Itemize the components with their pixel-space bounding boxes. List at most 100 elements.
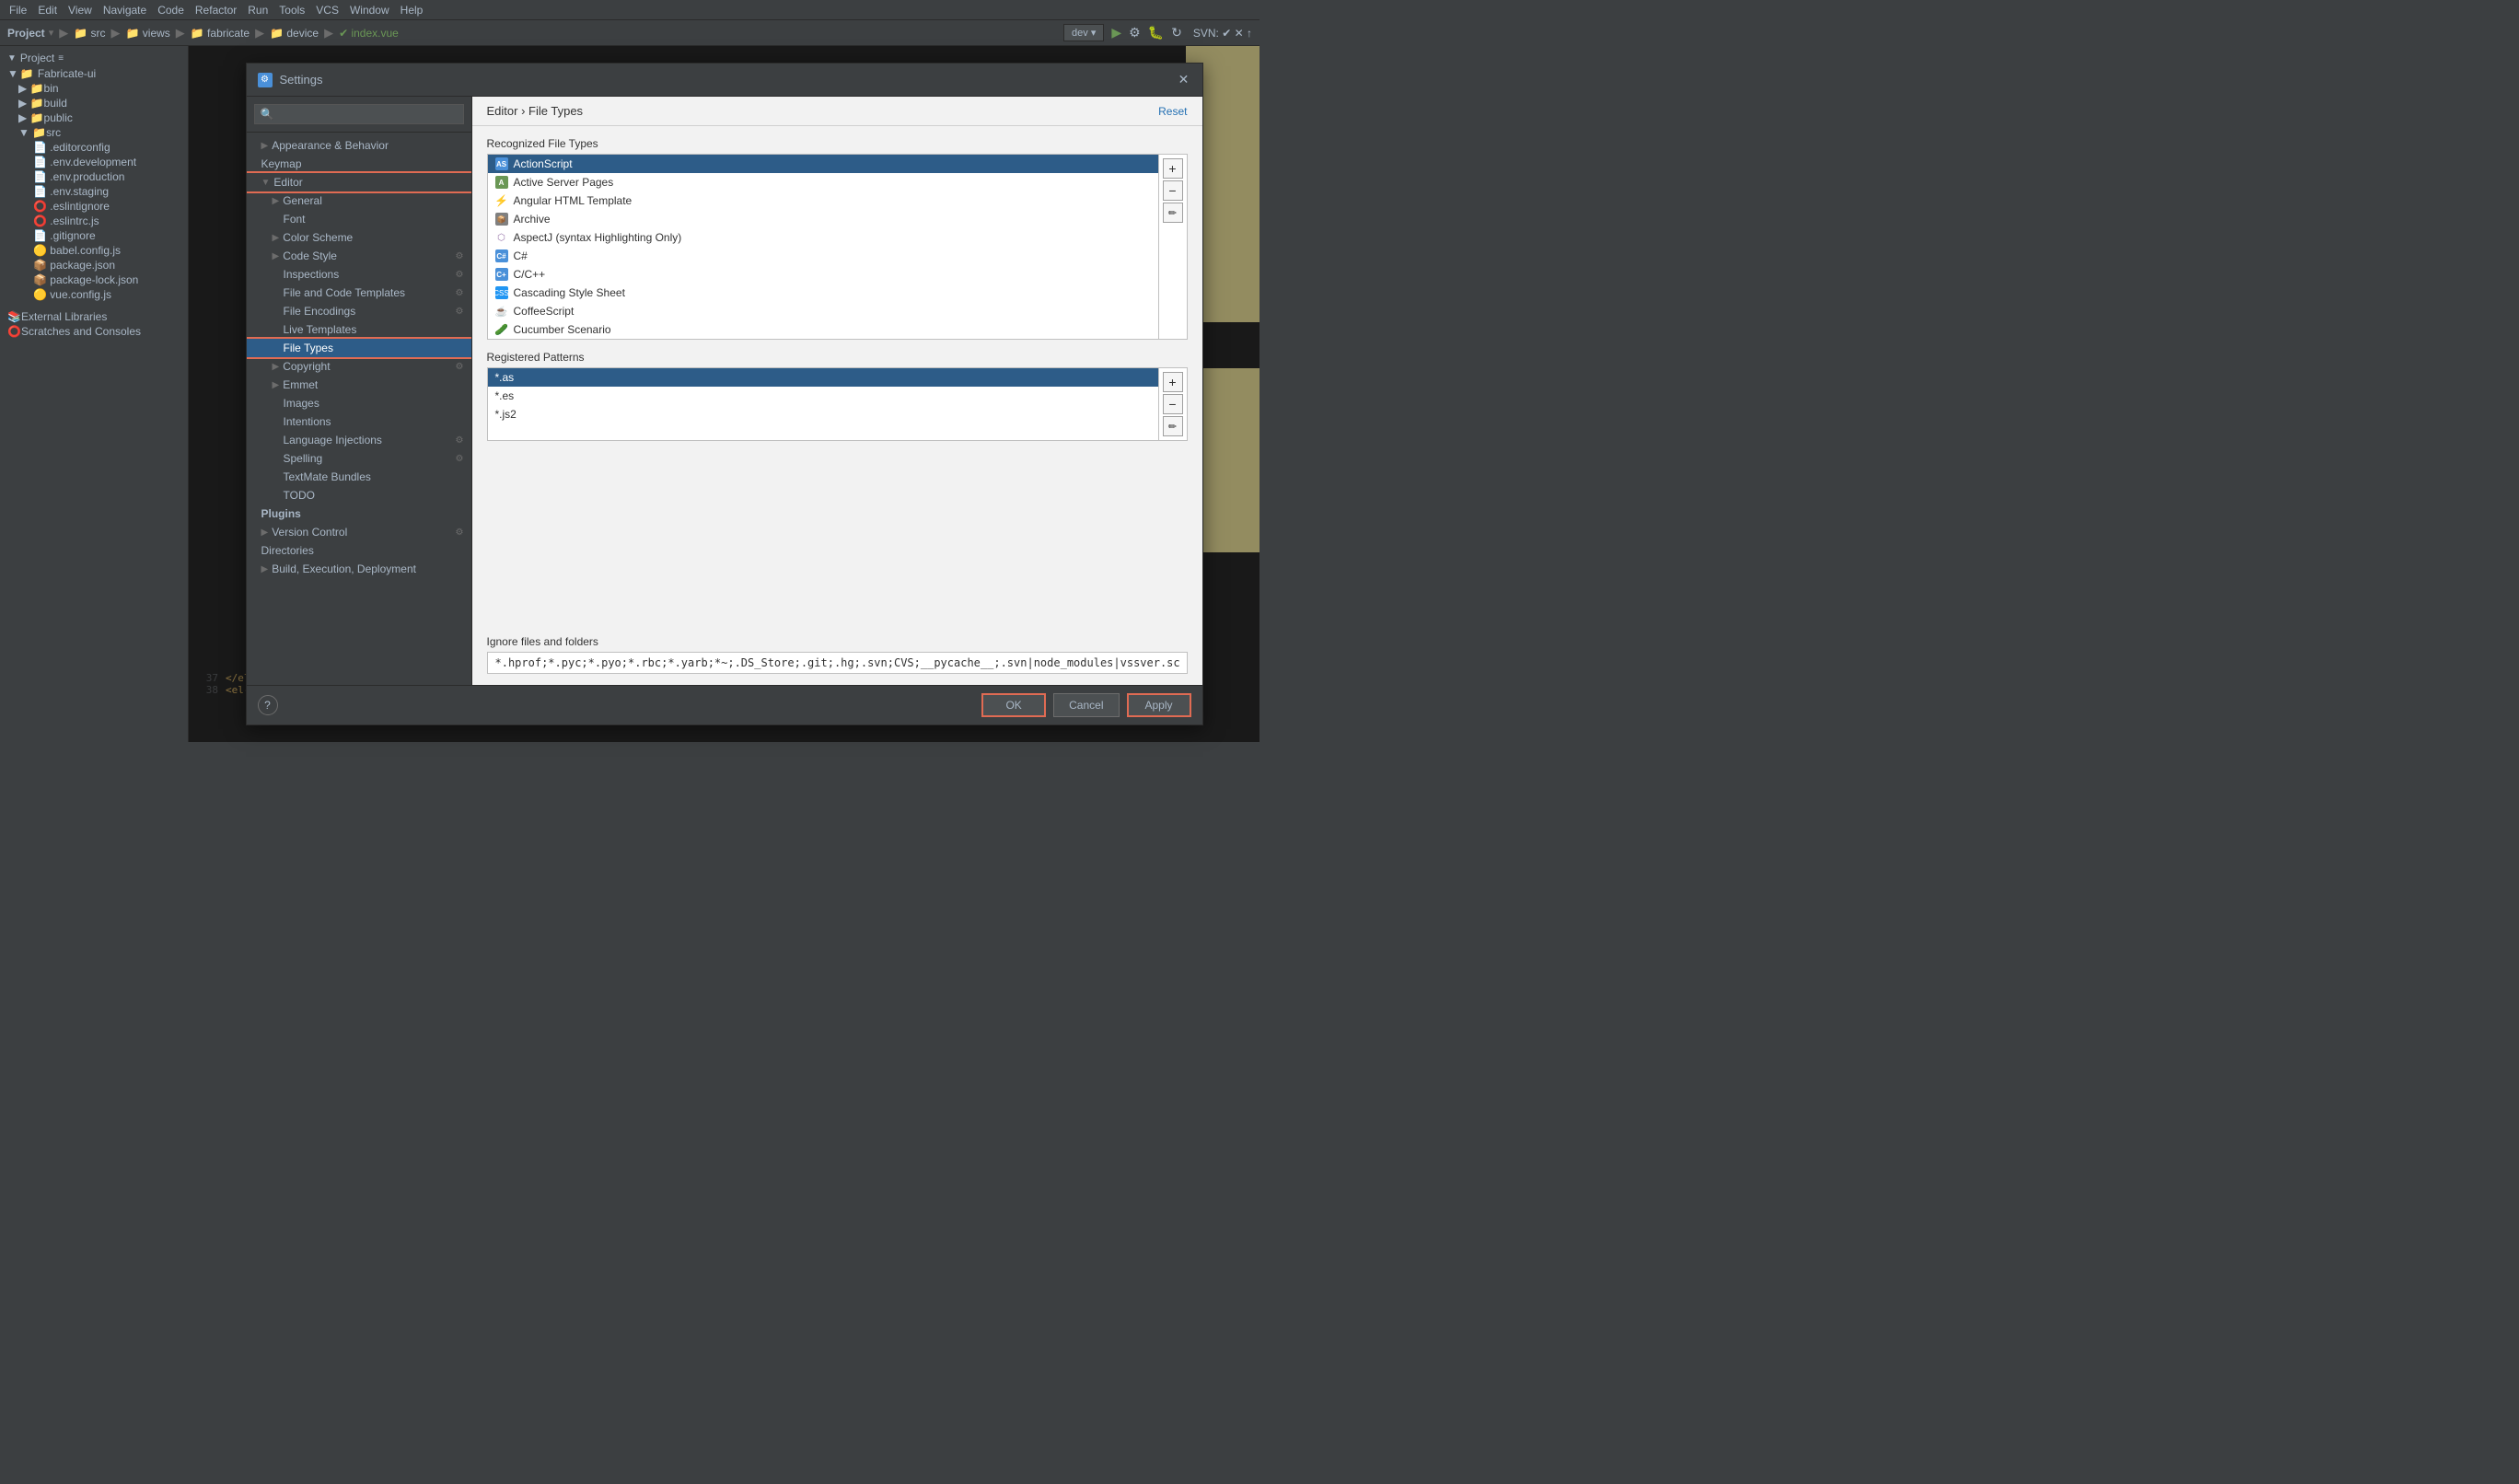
tree-editorconfig[interactable]: 📄 .editorconfig	[0, 140, 188, 155]
menu-refactor[interactable]: Refactor	[190, 4, 242, 17]
st-editor[interactable]: ▼ Editor	[247, 173, 471, 191]
tree-public[interactable]: ▶ 📁 public	[0, 110, 188, 125]
menu-tools[interactable]: Tools	[273, 4, 310, 17]
menu-window[interactable]: Window	[344, 4, 395, 17]
tree-external-libs[interactable]: 📚 External Libraries	[0, 309, 188, 324]
st-build[interactable]: ▶ Build, Execution, Deployment	[247, 560, 471, 578]
st-file-code-templates[interactable]: File and Code Templates ⚙	[247, 284, 471, 302]
toolbar-icon: ▾	[49, 27, 54, 39]
ok-button[interactable]: OK	[981, 693, 1046, 717]
tree-gitignore[interactable]: 📄 .gitignore	[0, 228, 188, 243]
reset-button[interactable]: Reset	[1158, 105, 1187, 118]
help-button[interactable]: ?	[258, 695, 278, 715]
menu-code[interactable]: Code	[152, 4, 190, 17]
ft-item-cpp[interactable]: C+ C/C++	[488, 265, 1158, 284]
tree-src[interactable]: ▼ 📁 src	[0, 125, 188, 140]
run-btn[interactable]: ▶	[1111, 25, 1121, 41]
breadcrumb-views[interactable]: 📁 views	[126, 27, 170, 40]
apply-button[interactable]: Apply	[1127, 693, 1191, 717]
st-keymap[interactable]: Keymap	[247, 155, 471, 173]
debug-btn[interactable]: 🐛	[1148, 25, 1164, 41]
add-filetype-btn[interactable]: +	[1163, 158, 1183, 179]
tree-build[interactable]: ▶ 📁 build	[0, 96, 188, 110]
remove-pattern-btn[interactable]: −	[1163, 394, 1183, 414]
st-directories[interactable]: Directories	[247, 541, 471, 560]
st-color-scheme[interactable]: ▶ Color Scheme	[247, 228, 471, 247]
menu-file[interactable]: File	[4, 4, 32, 17]
cancel-button[interactable]: Cancel	[1053, 693, 1119, 717]
st-general[interactable]: ▶ General	[247, 191, 471, 210]
pattern-js2[interactable]: *.js2	[488, 405, 1158, 423]
modal-overlay: ⚙ Settings ✕	[189, 46, 1260, 742]
ft-item-actionscript[interactable]: AS ActionScript	[488, 155, 1158, 173]
st-intentions[interactable]: Intentions	[247, 412, 471, 431]
st-spelling[interactable]: Spelling ⚙	[247, 449, 471, 468]
st-code-style[interactable]: ▶ Code Style ⚙	[247, 247, 471, 265]
breadcrumb-device[interactable]: 📁 device	[270, 27, 319, 40]
update-btn[interactable]: ↻	[1171, 25, 1182, 41]
menu-edit[interactable]: Edit	[32, 4, 63, 17]
st-textmate[interactable]: TextMate Bundles	[247, 468, 471, 486]
st-font[interactable]: Font	[247, 210, 471, 228]
breadcrumb-src[interactable]: 📁 src	[74, 27, 105, 40]
tree-env-prod[interactable]: 📄 .env.production	[0, 169, 188, 184]
ft-item-css[interactable]: CSS Cascading Style Sheet	[488, 284, 1158, 302]
recognized-file-types-list[interactable]: AS ActionScript A Active Server Pages	[488, 155, 1158, 339]
tree-scratches[interactable]: ⭕ Scratches and Consoles	[0, 324, 188, 339]
pattern-es[interactable]: *.es	[488, 387, 1158, 405]
registered-patterns-list[interactable]: *.as *.es *.js2	[488, 368, 1158, 440]
menu-navigate[interactable]: Navigate	[98, 4, 152, 17]
ft-item-asp[interactable]: A Active Server Pages	[488, 173, 1158, 191]
add-pattern-btn[interactable]: +	[1163, 372, 1183, 392]
st-plugins[interactable]: Plugins	[247, 504, 471, 523]
tree-babel[interactable]: 🟡 babel.config.js	[0, 243, 188, 258]
menu-run[interactable]: Run	[242, 4, 273, 17]
st-file-types[interactable]: File Types	[247, 339, 471, 357]
st-inspections[interactable]: Inspections ⚙	[247, 265, 471, 284]
st-version-control[interactable]: ▶ Version Control ⚙	[247, 523, 471, 541]
edit-filetype-btn[interactable]: ✏	[1163, 203, 1183, 223]
breadcrumb-file[interactable]: ✔ index.vue	[339, 27, 399, 40]
tree-root[interactable]: ▼ 📁 Fabricate-ui	[0, 66, 188, 81]
ft-item-aspectj[interactable]: ⬡ AspectJ (syntax Highlighting Only)	[488, 228, 1158, 247]
menu-bar: File Edit View Navigate Code Refactor Ru…	[0, 0, 1260, 20]
ft-item-cucumber[interactable]: 🥒 Cucumber Scenario	[488, 320, 1158, 339]
menu-help[interactable]: Help	[395, 4, 429, 17]
tree-package[interactable]: 📦 package.json	[0, 258, 188, 272]
menu-vcs[interactable]: VCS	[310, 4, 344, 17]
edit-pattern-btn[interactable]: ✏	[1163, 416, 1183, 436]
tree-env-stag[interactable]: 📄 .env.staging	[0, 184, 188, 199]
st-appearance[interactable]: ▶ Appearance & Behavior	[247, 136, 471, 155]
ft-item-coffee[interactable]: ☕ CoffeeScript	[488, 302, 1158, 320]
ignore-input[interactable]	[488, 653, 1187, 673]
branch-selector[interactable]: dev ▾	[1063, 24, 1104, 41]
settings-search-input[interactable]	[254, 104, 464, 124]
tree-env-dev[interactable]: 📄 .env.development	[0, 155, 188, 169]
code-style-label: Code Style	[283, 249, 337, 262]
st-file-encodings[interactable]: File Encodings ⚙	[247, 302, 471, 320]
menu-view[interactable]: View	[63, 4, 98, 17]
tree-bin[interactable]: ▶ 📁 bin	[0, 81, 188, 96]
editor-label: Editor	[273, 176, 302, 189]
st-live-templates[interactable]: Live Templates	[247, 320, 471, 339]
tree-package-lock[interactable]: 📦 package-lock.json	[0, 272, 188, 287]
st-copyright[interactable]: ▶ Copyright ⚙	[247, 357, 471, 376]
breadcrumb-fabricate[interactable]: 📁 fabricate	[191, 27, 250, 40]
tree-eslintignore[interactable]: ⭕ .eslintignore	[0, 199, 188, 214]
tree-eslintrc[interactable]: ⭕ .eslintrc.js	[0, 214, 188, 228]
build-btn[interactable]: ⚙	[1129, 25, 1141, 41]
ft-item-archive[interactable]: 📦 Archive	[488, 210, 1158, 228]
ft-item-cs[interactable]: C# C#	[488, 247, 1158, 265]
pattern-as[interactable]: *.as	[488, 368, 1158, 387]
remove-filetype-btn[interactable]: −	[1163, 180, 1183, 201]
tree-vue-config[interactable]: 🟡 vue.config.js	[0, 287, 188, 302]
st-emmet[interactable]: ▶ Emmet	[247, 376, 471, 394]
st-images[interactable]: Images	[247, 394, 471, 412]
css-label: Cascading Style Sheet	[514, 286, 625, 299]
path-editor: Editor	[487, 104, 518, 118]
close-button[interactable]: ✕	[1177, 73, 1191, 87]
st-language-injections[interactable]: Language Injections ⚙	[247, 431, 471, 449]
ft-item-angular[interactable]: ⚡ Angular HTML Template	[488, 191, 1158, 210]
st-todo[interactable]: TODO	[247, 486, 471, 504]
sidebar-menu-icon[interactable]: ≡	[58, 53, 64, 64]
